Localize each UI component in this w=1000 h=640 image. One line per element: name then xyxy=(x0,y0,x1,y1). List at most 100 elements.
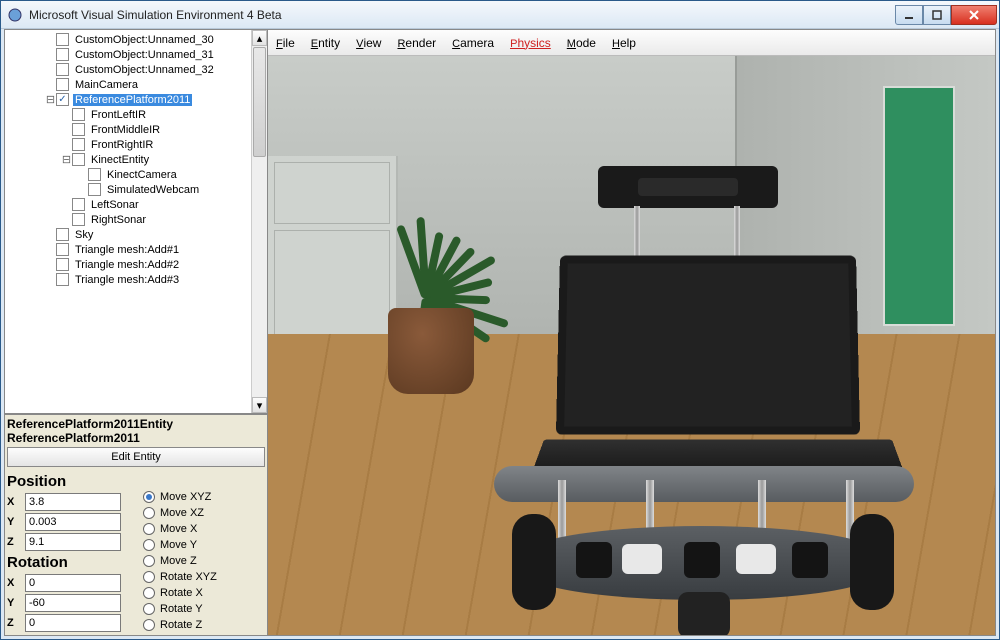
tree-item-label: KinectCamera xyxy=(105,169,179,181)
tree-scrollbar[interactable]: ▴ ▾ xyxy=(251,30,267,413)
tree-item-label: CustomObject:Unnamed_32 xyxy=(73,64,216,76)
tree-checkbox[interactable] xyxy=(56,258,69,271)
axis-z-label: Z xyxy=(7,536,25,548)
edit-entity-button[interactable]: Edit Entity xyxy=(7,447,265,467)
menu-mode[interactable]: Mode xyxy=(567,36,596,50)
right-panel: File Entity View Render Camera Physics Mode Hel… xyxy=(268,29,996,636)
radio-icon[interactable] xyxy=(143,571,155,583)
menu-camera[interactable]: Camera xyxy=(452,36,494,50)
axis-y-label: Y xyxy=(7,516,25,528)
rotation-y-input[interactable] xyxy=(25,594,121,612)
radio-icon[interactable] xyxy=(143,507,155,519)
move-mode-label: Move Y xyxy=(160,539,197,551)
radio-icon[interactable] xyxy=(143,587,155,599)
tree-checkbox[interactable] xyxy=(72,153,85,166)
tree-item[interactable]: ⊟KinectEntity xyxy=(5,152,267,167)
tree-item[interactable]: FrontRightIR xyxy=(5,137,267,152)
rotation-z-input[interactable] xyxy=(25,614,121,632)
move-mode-option[interactable]: Move XZ xyxy=(143,505,217,521)
menu-help[interactable]: Help xyxy=(612,36,636,50)
scroll-thumb[interactable] xyxy=(253,47,266,157)
tree-checkbox[interactable] xyxy=(72,198,85,211)
tree-item[interactable]: ⊟ReferencePlatform2011 xyxy=(5,92,267,107)
move-mode-option[interactable]: Rotate Z xyxy=(143,617,217,633)
menu-file[interactable]: File xyxy=(276,36,295,50)
position-z-input[interactable] xyxy=(25,533,121,551)
move-mode-option[interactable]: Move X xyxy=(143,521,217,537)
maximize-button[interactable] xyxy=(923,5,951,25)
move-mode-option[interactable]: Rotate Y xyxy=(143,601,217,617)
tree-checkbox[interactable] xyxy=(56,78,69,91)
scroll-down-icon[interactable]: ▾ xyxy=(252,397,267,413)
axis-x-label: X xyxy=(7,577,25,589)
move-mode-option[interactable]: Rotate XYZ xyxy=(143,569,217,585)
sim-viewport[interactable] xyxy=(268,56,995,635)
move-mode-option[interactable]: Move Y xyxy=(143,537,217,553)
move-mode-label: Move X xyxy=(160,523,197,535)
move-mode-option[interactable]: Rotate X xyxy=(143,585,217,601)
collapse-icon[interactable]: ⊟ xyxy=(45,93,56,106)
tree-item[interactable]: RightSonar xyxy=(5,212,267,227)
tree-item[interactable]: SimulatedWebcam xyxy=(5,182,267,197)
move-mode-label: Rotate XYZ xyxy=(160,571,217,583)
tree-item[interactable]: Triangle mesh:Add#1 xyxy=(5,242,267,257)
tree-checkbox[interactable] xyxy=(72,213,85,226)
tree-item-label: Triangle mesh:Add#1 xyxy=(73,244,181,256)
robot-laptop xyxy=(538,254,878,494)
tree-item[interactable]: Triangle mesh:Add#2 xyxy=(5,257,267,272)
tree-checkbox[interactable] xyxy=(72,123,85,136)
robot-model xyxy=(448,166,928,635)
tree-item[interactable]: Sky xyxy=(5,227,267,242)
tree-item[interactable]: FrontLeftIR xyxy=(5,107,267,122)
tree-item-label: LeftSonar xyxy=(89,199,141,211)
tree-item[interactable]: MainCamera xyxy=(5,77,267,92)
tree-item[interactable]: LeftSonar xyxy=(5,197,267,212)
tree-item[interactable]: CustomObject:Unnamed_30 xyxy=(5,32,267,47)
axis-x-label: X xyxy=(7,496,25,508)
radio-icon[interactable] xyxy=(143,539,155,551)
tree-checkbox[interactable] xyxy=(56,33,69,46)
move-mode-option[interactable]: Move XYZ xyxy=(143,489,217,505)
move-mode-label: Move XZ xyxy=(160,507,204,519)
tree-item[interactable]: CustomObject:Unnamed_32 xyxy=(5,62,267,77)
tree-checkbox[interactable] xyxy=(88,183,101,196)
radio-icon[interactable] xyxy=(143,491,155,503)
tree-checkbox[interactable] xyxy=(72,108,85,121)
tree-item[interactable]: KinectCamera xyxy=(5,167,267,182)
tree-checkbox[interactable] xyxy=(56,48,69,61)
tree-checkbox[interactable] xyxy=(88,168,101,181)
tree-checkbox[interactable] xyxy=(56,243,69,256)
tree-checkbox[interactable] xyxy=(56,93,69,106)
menu-render[interactable]: Render xyxy=(397,36,436,50)
tree-checkbox[interactable] xyxy=(72,138,85,151)
menu-physics[interactable]: Physics xyxy=(510,36,551,50)
move-mode-option[interactable]: Move Z xyxy=(143,553,217,569)
tree-checkbox[interactable] xyxy=(56,63,69,76)
entity-type-label: ReferencePlatform2011Entity xyxy=(7,417,265,431)
tree-checkbox[interactable] xyxy=(56,228,69,241)
axis-z-label: Z xyxy=(7,617,25,629)
app-window: Microsoft Visual Simulation Environment … xyxy=(0,0,1000,640)
tree-item[interactable]: Triangle mesh:Add#3 xyxy=(5,272,267,287)
radio-icon[interactable] xyxy=(143,619,155,631)
rotation-x-input[interactable] xyxy=(25,574,121,592)
tree-item[interactable]: CustomObject:Unnamed_31 xyxy=(5,47,267,62)
position-y-input[interactable] xyxy=(25,513,121,531)
menu-view[interactable]: View xyxy=(356,36,381,50)
radio-icon[interactable] xyxy=(143,523,155,535)
minimize-button[interactable] xyxy=(895,5,923,25)
collapse-icon[interactable]: ⊟ xyxy=(61,153,72,166)
radio-icon[interactable] xyxy=(143,555,155,567)
tree-checkbox[interactable] xyxy=(56,273,69,286)
scroll-up-icon[interactable]: ▴ xyxy=(252,30,267,46)
entity-tree[interactable]: CustomObject:Unnamed_30CustomObject:Unna… xyxy=(5,30,267,414)
close-button[interactable] xyxy=(951,5,997,25)
tree-item-label: FrontLeftIR xyxy=(89,109,148,121)
titlebar: Microsoft Visual Simulation Environment … xyxy=(1,1,999,29)
position-x-input[interactable] xyxy=(25,493,121,511)
menu-entity[interactable]: Entity xyxy=(311,36,340,50)
app-icon xyxy=(7,7,23,23)
radio-icon[interactable] xyxy=(143,603,155,615)
entity-name-label: ReferencePlatform2011 xyxy=(7,431,265,445)
tree-item[interactable]: FrontMiddleIR xyxy=(5,122,267,137)
